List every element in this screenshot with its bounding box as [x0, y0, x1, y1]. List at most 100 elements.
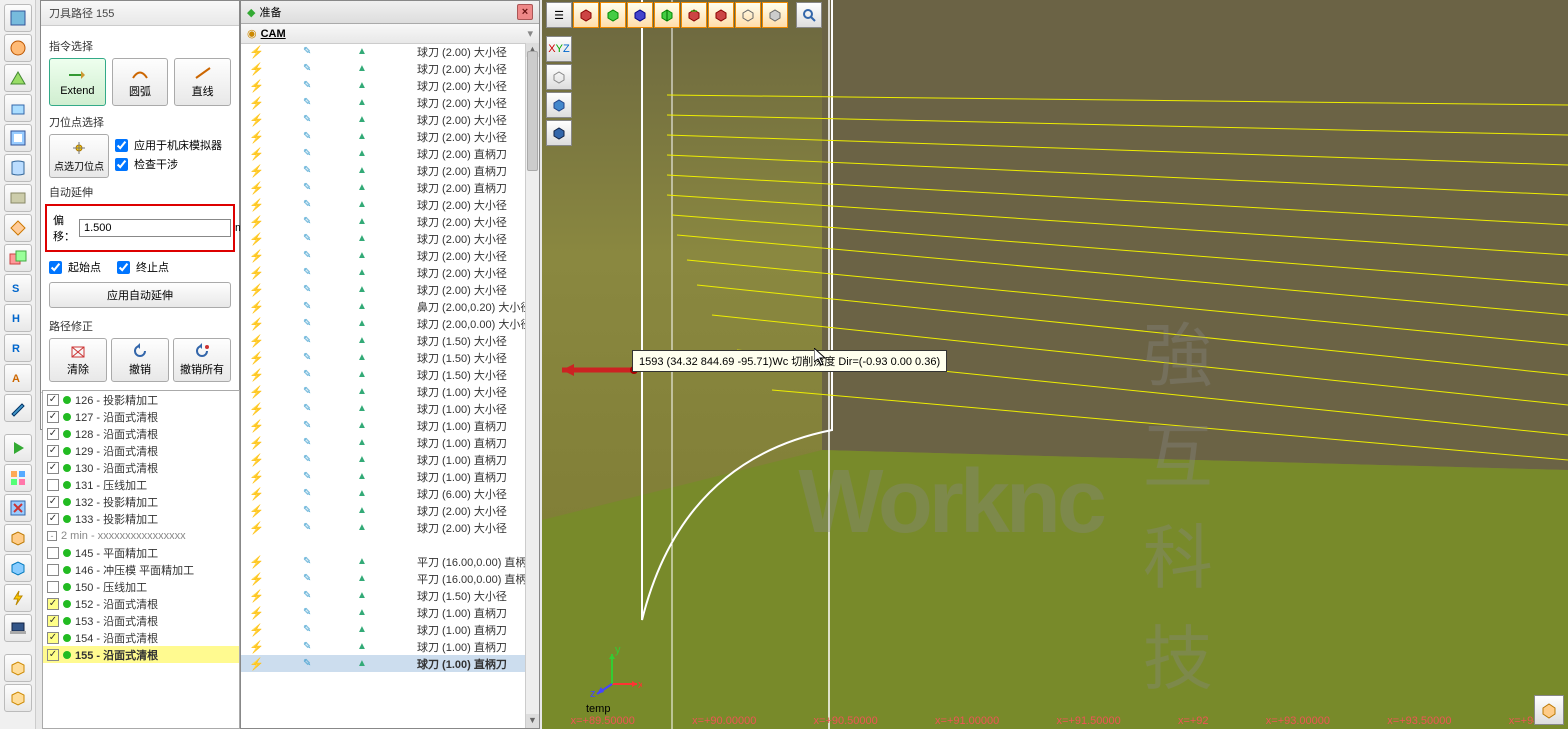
tb-btn-cube1[interactable] [4, 524, 32, 552]
chk-start[interactable]: 起始点 [49, 259, 101, 275]
tool-row[interactable]: ⚡✎▲球刀 (2.00) 大小径 [241, 213, 539, 230]
tool-row[interactable]: ⚡✎▲球刀 (1.00) 直柄刀 [241, 638, 539, 655]
tool-row[interactable] [241, 536, 539, 553]
tb-btn-play[interactable] [4, 434, 32, 462]
tb-btn-y2[interactable] [4, 684, 32, 712]
tool-row[interactable]: ⚡✎▲球刀 (2.00) 大小径 [241, 519, 539, 536]
tb-btn-2[interactable] [4, 34, 32, 62]
tool-row[interactable]: ⚡✎▲球刀 (1.00) 大小径 [241, 383, 539, 400]
tool-row[interactable]: ⚡✎▲球刀 (2.00) 大小径 [241, 77, 539, 94]
tool-row[interactable]: ⚡✎▲球刀 (2.00) 大小径 [241, 230, 539, 247]
op-row-133[interactable]: 133 - 投影精加工 [43, 510, 239, 527]
tool-row[interactable]: ⚡✎▲球刀 (2.00) 大小径 [241, 247, 539, 264]
tb-btn-5[interactable] [4, 124, 32, 152]
op-row-153[interactable]: 153 - 沿面式清根 [43, 612, 239, 629]
apply-auto-button[interactable]: 应用自动延伸 [49, 282, 231, 308]
tool-row[interactable]: ⚡✎▲鼻刀 (2.00,0.20) 大小径 [241, 298, 539, 315]
tb-btn-3[interactable] [4, 64, 32, 92]
view-cube-4[interactable] [654, 2, 680, 28]
tool-row[interactable]: ⚡✎▲球刀 (1.00) 直柄刀 [241, 468, 539, 485]
side-wire[interactable] [546, 64, 572, 90]
tool-row[interactable]: ⚡✎▲球刀 (2.00) 大小径 [241, 111, 539, 128]
group-row[interactable]: -2 min - xxxxxxxxxxxxxxxx [43, 527, 239, 544]
tool-row[interactable]: ⚡✎▲球刀 (2.00) 大小径 [241, 196, 539, 213]
op-row-150[interactable]: 150 - 压线加工 [43, 578, 239, 595]
side-xyz[interactable]: XYZ [546, 36, 572, 62]
tool-row[interactable]: ⚡✎▲球刀 (1.50) 大小径 [241, 587, 539, 604]
view-cube-5[interactable] [681, 2, 707, 28]
view-cube-8[interactable] [762, 2, 788, 28]
chk-end[interactable]: 终止点 [117, 259, 169, 275]
tool-row[interactable]: ⚡✎▲球刀 (2.00) 直柄刀 [241, 162, 539, 179]
tool-row[interactable]: ⚡✎▲球刀 (2.00) 大小径 [241, 264, 539, 281]
tool-row[interactable]: ⚡✎▲球刀 (1.00) 直柄刀 [241, 417, 539, 434]
side-solid[interactable] [546, 92, 572, 118]
op-row-131[interactable]: 131 - 压线加工 [43, 476, 239, 493]
tool-row[interactable]: ⚡✎▲球刀 (2.00) 直柄刀 [241, 145, 539, 162]
tb-btn-cube2[interactable] [4, 554, 32, 582]
tb-btn-grid[interactable] [4, 464, 32, 492]
tb-btn-9[interactable] [4, 244, 32, 272]
tool-row[interactable]: ⚡✎▲球刀 (1.00) 直柄刀 [241, 434, 539, 451]
clear-button[interactable]: 清除 [49, 338, 107, 382]
tool-row[interactable]: ⚡✎▲球刀 (1.00) 直柄刀 [241, 451, 539, 468]
op-row-127[interactable]: 127 - 沿面式清根 [43, 408, 239, 425]
scrollbar[interactable]: ▲ ▼ [525, 43, 539, 728]
op-row-146[interactable]: 146 - 冲压模 平面精加工 [43, 561, 239, 578]
chevron-down-icon[interactable]: ▾ [527, 27, 533, 40]
tb-btn-7[interactable] [4, 184, 32, 212]
tool-row[interactable]: ⚡✎▲球刀 (1.50) 大小径 [241, 332, 539, 349]
tool-row[interactable]: ⚡✎▲球刀 (1.00) 直柄刀 [241, 604, 539, 621]
tool-row[interactable]: ⚡✎▲球刀 (1.50) 大小径 [241, 366, 539, 383]
chk-interfere[interactable]: 检查干涉 [115, 156, 231, 172]
tb-btn-bolt[interactable] [4, 584, 32, 612]
pick-point-button[interactable]: 点选刀位点 [49, 134, 109, 178]
view-cube-7[interactable] [735, 2, 761, 28]
op-row-152[interactable]: 152 - 沿面式清根 [43, 595, 239, 612]
tool-tree[interactable]: ⚡✎▲球刀 (2.00) 大小径⚡✎▲球刀 (2.00) 大小径⚡✎▲球刀 (2… [241, 43, 539, 728]
tool-row[interactable]: ⚡✎▲球刀 (1.00) 直柄刀 [241, 655, 539, 672]
arc-button[interactable]: 圆弧 [112, 58, 169, 106]
op-row-145[interactable]: 145 - 平面精加工 [43, 544, 239, 561]
tb-btn-h[interactable]: H [4, 304, 32, 332]
tb-btn-6[interactable] [4, 154, 32, 182]
tb-btn-a[interactable]: A [4, 364, 32, 392]
tool-row[interactable]: ⚡✎▲球刀 (2.00) 大小径 [241, 94, 539, 111]
op-row-154[interactable]: 154 - 沿面式清根 [43, 629, 239, 646]
tool-row[interactable]: ⚡✎▲球刀 (1.50) 大小径 [241, 349, 539, 366]
op-row-128[interactable]: 128 - 沿面式清根 [43, 425, 239, 442]
scroll-thumb[interactable] [527, 51, 538, 171]
view-cube-1[interactable] [573, 2, 599, 28]
close-icon[interactable]: × [517, 4, 533, 20]
tool-row[interactable]: ⚡✎▲球刀 (2.00) 大小径 [241, 128, 539, 145]
tb-btn-1[interactable] [4, 4, 32, 32]
tool-row[interactable]: ⚡✎▲球刀 (2.00) 大小径 [241, 60, 539, 77]
tool-row[interactable]: ⚡✎▲平刀 (16.00,0.00) 直柄刀 [241, 570, 539, 587]
tool-row[interactable]: ⚡✎▲球刀 (2.00) 大小径 [241, 43, 539, 60]
tb-btn-s[interactable]: S [4, 274, 32, 302]
op-row-129[interactable]: 129 - 沿面式清根 [43, 442, 239, 459]
tb-btn-r[interactable]: R [4, 334, 32, 362]
menu-icon[interactable]: ☰ [546, 2, 572, 28]
cam-tab[interactable]: ◉ CAM ▾ [241, 24, 539, 44]
view-cube-3[interactable] [627, 2, 653, 28]
undo-button[interactable]: 撤销 [111, 338, 169, 382]
corner-button[interactable] [1534, 695, 1564, 725]
tool-row[interactable]: ⚡✎▲球刀 (2.00) 直柄刀 [241, 179, 539, 196]
op-row-126[interactable]: 126 - 投影精加工 [43, 391, 239, 408]
tool-row[interactable]: ⚡✎▲球刀 (2.00) 大小径 [241, 502, 539, 519]
tb-btn-pen[interactable] [4, 394, 32, 422]
view-cube-6[interactable] [708, 2, 734, 28]
tb-btn-y1[interactable] [4, 654, 32, 682]
chk-simulator[interactable]: 应用于机床模拟器 [115, 137, 231, 153]
tool-row[interactable]: ⚡✎▲球刀 (2.00) 大小径 [241, 281, 539, 298]
extend-button[interactable]: Extend [49, 58, 106, 106]
op-row-132[interactable]: 132 - 投影精加工 [43, 493, 239, 510]
viewport-3d[interactable]: ☰ XYZ Worknc強 互 科 技 1593 (34.32 844.69 -… [542, 0, 1568, 729]
line-button[interactable]: 直线 [174, 58, 231, 106]
tool-row[interactable]: ⚡✎▲球刀 (1.00) 直柄刀 [241, 621, 539, 638]
tool-row[interactable]: ⚡✎▲球刀 (2.00,0.00) 大小径 [241, 315, 539, 332]
scroll-down[interactable]: ▼ [526, 714, 539, 728]
tb-btn-laptop[interactable] [4, 614, 32, 642]
offset-input[interactable] [79, 219, 231, 237]
